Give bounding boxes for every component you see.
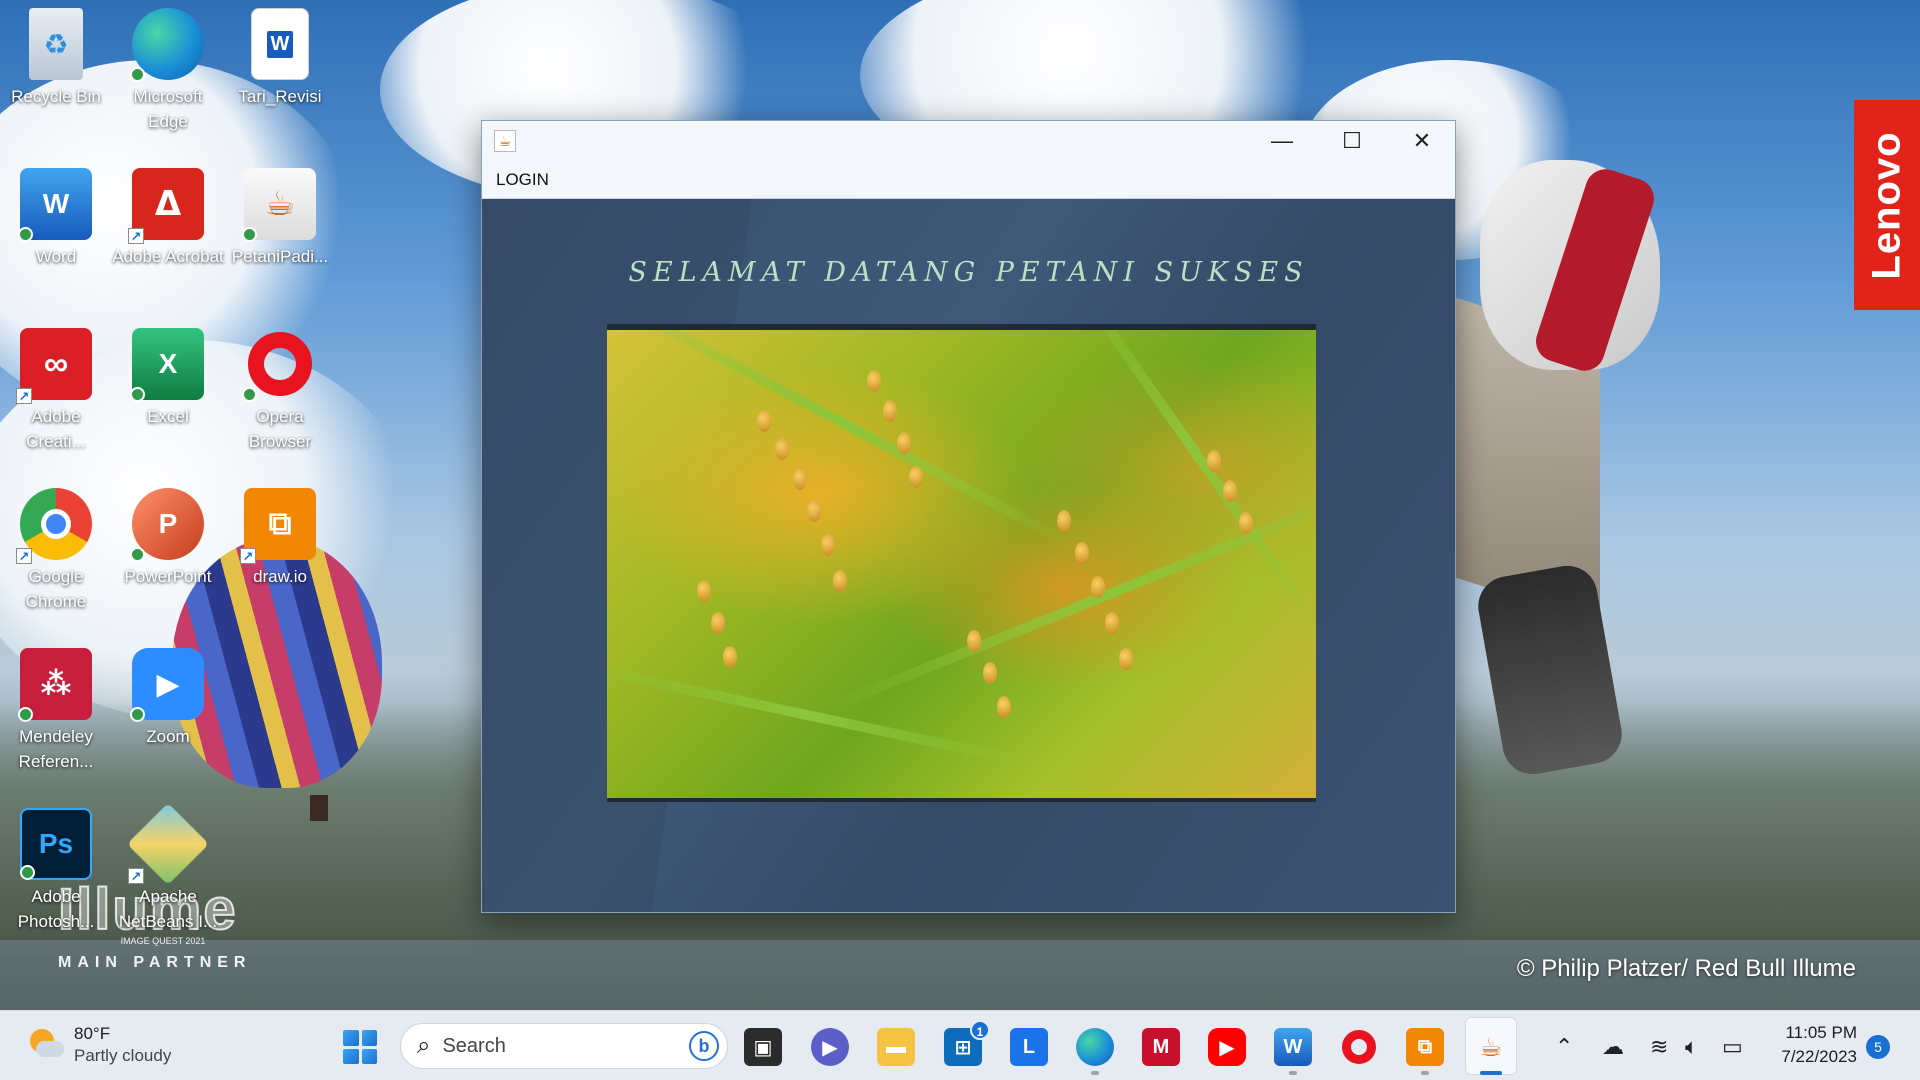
- edge-taskbar-icon[interactable]: [1076, 1028, 1114, 1066]
- desktop-icon-powerpoint[interactable]: P PowerPoint: [112, 488, 224, 589]
- notification-badge[interactable]: 5: [1866, 1035, 1890, 1059]
- clock-date: 7/22/2023: [1781, 1047, 1857, 1066]
- desktop-icon-recycle-bin[interactable]: ♻ Recycle Bin: [0, 8, 112, 109]
- weather-widget[interactable]: 80°F Partly cloudy: [28, 1023, 171, 1067]
- welcome-heading: SELAMAT DATANG PETANI SUKSES: [628, 257, 1309, 288]
- desktop-icon-petani-padi[interactable]: ☕ PetaniPadi...: [224, 168, 336, 269]
- desktop-icon-acrobat[interactable]: ᐃ ↗ Adobe Acrobat: [112, 168, 224, 269]
- opera-icon: [242, 328, 316, 402]
- volume-icon[interactable]: 🔈︎: [1685, 1034, 1698, 1060]
- mendeley-icon: ⁂: [18, 648, 92, 722]
- java-icon[interactable]: ☕: [494, 130, 516, 152]
- teams-chat-icon[interactable]: ▶: [811, 1028, 849, 1066]
- desktop-icon-excel[interactable]: X Excel: [112, 328, 224, 429]
- photoshop-icon: Ps: [20, 808, 92, 880]
- close-button[interactable]: ✕: [1387, 121, 1457, 161]
- acrobat-icon: ᐃ ↗: [128, 168, 204, 244]
- balloon-basket: [310, 795, 328, 821]
- word-document-icon: W: [251, 8, 309, 80]
- minimize-button[interactable]: —: [1247, 121, 1317, 161]
- desktop-icon-word[interactable]: W Word: [0, 168, 112, 269]
- search-placeholder: Search: [442, 1034, 506, 1057]
- opera-taskbar-icon[interactable]: [1340, 1028, 1378, 1066]
- chevron-up-icon[interactable]: ⌃: [1555, 1034, 1573, 1060]
- search-box[interactable]: ⌕ Search b: [400, 1023, 728, 1069]
- wifi-icon[interactable]: ≋: [1650, 1034, 1668, 1060]
- youtube-icon[interactable]: ▶: [1208, 1028, 1246, 1066]
- rice-field-image: [607, 324, 1316, 802]
- desktop-icon-creative-cloud[interactable]: ∞ ↗ Adobe Creati...: [0, 328, 112, 454]
- menu-login[interactable]: LOGIN: [496, 170, 549, 190]
- desktop-icon-photoshop[interactable]: Ps Adobe Photosh...: [0, 808, 112, 934]
- store-badge: 1: [970, 1020, 990, 1040]
- mcafee-icon[interactable]: M: [1142, 1028, 1180, 1066]
- desktop-icon-chrome[interactable]: ↗ Google Chrome: [0, 488, 112, 614]
- onedrive-icon[interactable]: ☁: [1602, 1034, 1624, 1060]
- maximize-button[interactable]: ☐: [1317, 121, 1387, 161]
- window-titlebar[interactable]: ☕ — ☐ ✕: [482, 121, 1455, 161]
- taskbar: 80°F Partly cloudy ⌕ Search b ▣ ▶ ▬ ⊞ 1 L…: [0, 1010, 1920, 1080]
- java-taskbar-icon[interactable]: ☕: [1472, 1028, 1510, 1066]
- netbeans-icon: ↗: [126, 802, 210, 886]
- app-window: ☕ — ☐ ✕ LOGIN SELAMAT DATANG PETANI SUKS…: [481, 120, 1456, 913]
- creative-cloud-icon: ∞ ↗: [16, 328, 92, 404]
- taskview-icon[interactable]: ▣: [744, 1028, 782, 1066]
- word-icon: W: [18, 168, 92, 242]
- skydiver: [1450, 150, 1660, 790]
- chrome-icon: ↗: [16, 488, 92, 564]
- drawio-icon: ⧉ ↗: [240, 488, 316, 564]
- word-taskbar-icon[interactable]: W: [1274, 1028, 1312, 1066]
- desktop-icon-edge[interactable]: Microsoft Edge: [112, 8, 224, 134]
- edge-icon: [130, 8, 204, 82]
- desktop-icon-drawio[interactable]: ⧉ ↗ draw.io: [224, 488, 336, 589]
- start-button[interactable]: [343, 1030, 377, 1064]
- file-explorer-icon[interactable]: ▬: [877, 1028, 915, 1066]
- recycle-bin-icon: ♻: [29, 8, 83, 80]
- desktop-icon-zoom[interactable]: ▶ Zoom: [112, 648, 224, 749]
- weather-condition: Partly cloudy: [74, 1046, 172, 1065]
- partly-cloudy-icon: [28, 1027, 64, 1063]
- app-content: SELAMAT DATANG PETANI SUKSES: [482, 199, 1455, 912]
- java-icon: ☕: [242, 168, 316, 242]
- desktop-icon-tari-revisi[interactable]: W Tari_Revisi: [224, 8, 336, 109]
- zoom-icon: ▶: [130, 648, 204, 722]
- battery-icon[interactable]: ▭: [1722, 1034, 1743, 1060]
- clock-time: 11:05 PM: [1785, 1023, 1857, 1042]
- wallpaper-credit: © Philip Platzer/ Red Bull Illume: [1516, 955, 1856, 982]
- drawio-taskbar-icon[interactable]: ⧉: [1406, 1028, 1444, 1066]
- weather-temperature: 80°F: [74, 1024, 111, 1043]
- lenovo-logo: Lenovo: [1854, 100, 1920, 310]
- desktop-icon-opera[interactable]: Opera Browser: [224, 328, 336, 454]
- clock[interactable]: 11:05 PM 7/22/2023: [1770, 1021, 1857, 1069]
- microsoft-store-icon[interactable]: ⊞ 1: [944, 1020, 990, 1066]
- desktop-icon-netbeans[interactable]: ↗ Apache NetBeans I...: [112, 802, 224, 934]
- menu-bar: LOGIN: [482, 161, 1455, 199]
- bing-icon[interactable]: b: [689, 1031, 719, 1061]
- desktop-icon-mendeley[interactable]: ⁂ Mendeley Referen...: [0, 648, 112, 774]
- excel-icon: X: [130, 328, 204, 402]
- powerpoint-icon: P: [130, 488, 204, 562]
- search-icon: ⌕: [417, 1032, 431, 1059]
- launcher-l-icon[interactable]: L: [1010, 1028, 1048, 1066]
